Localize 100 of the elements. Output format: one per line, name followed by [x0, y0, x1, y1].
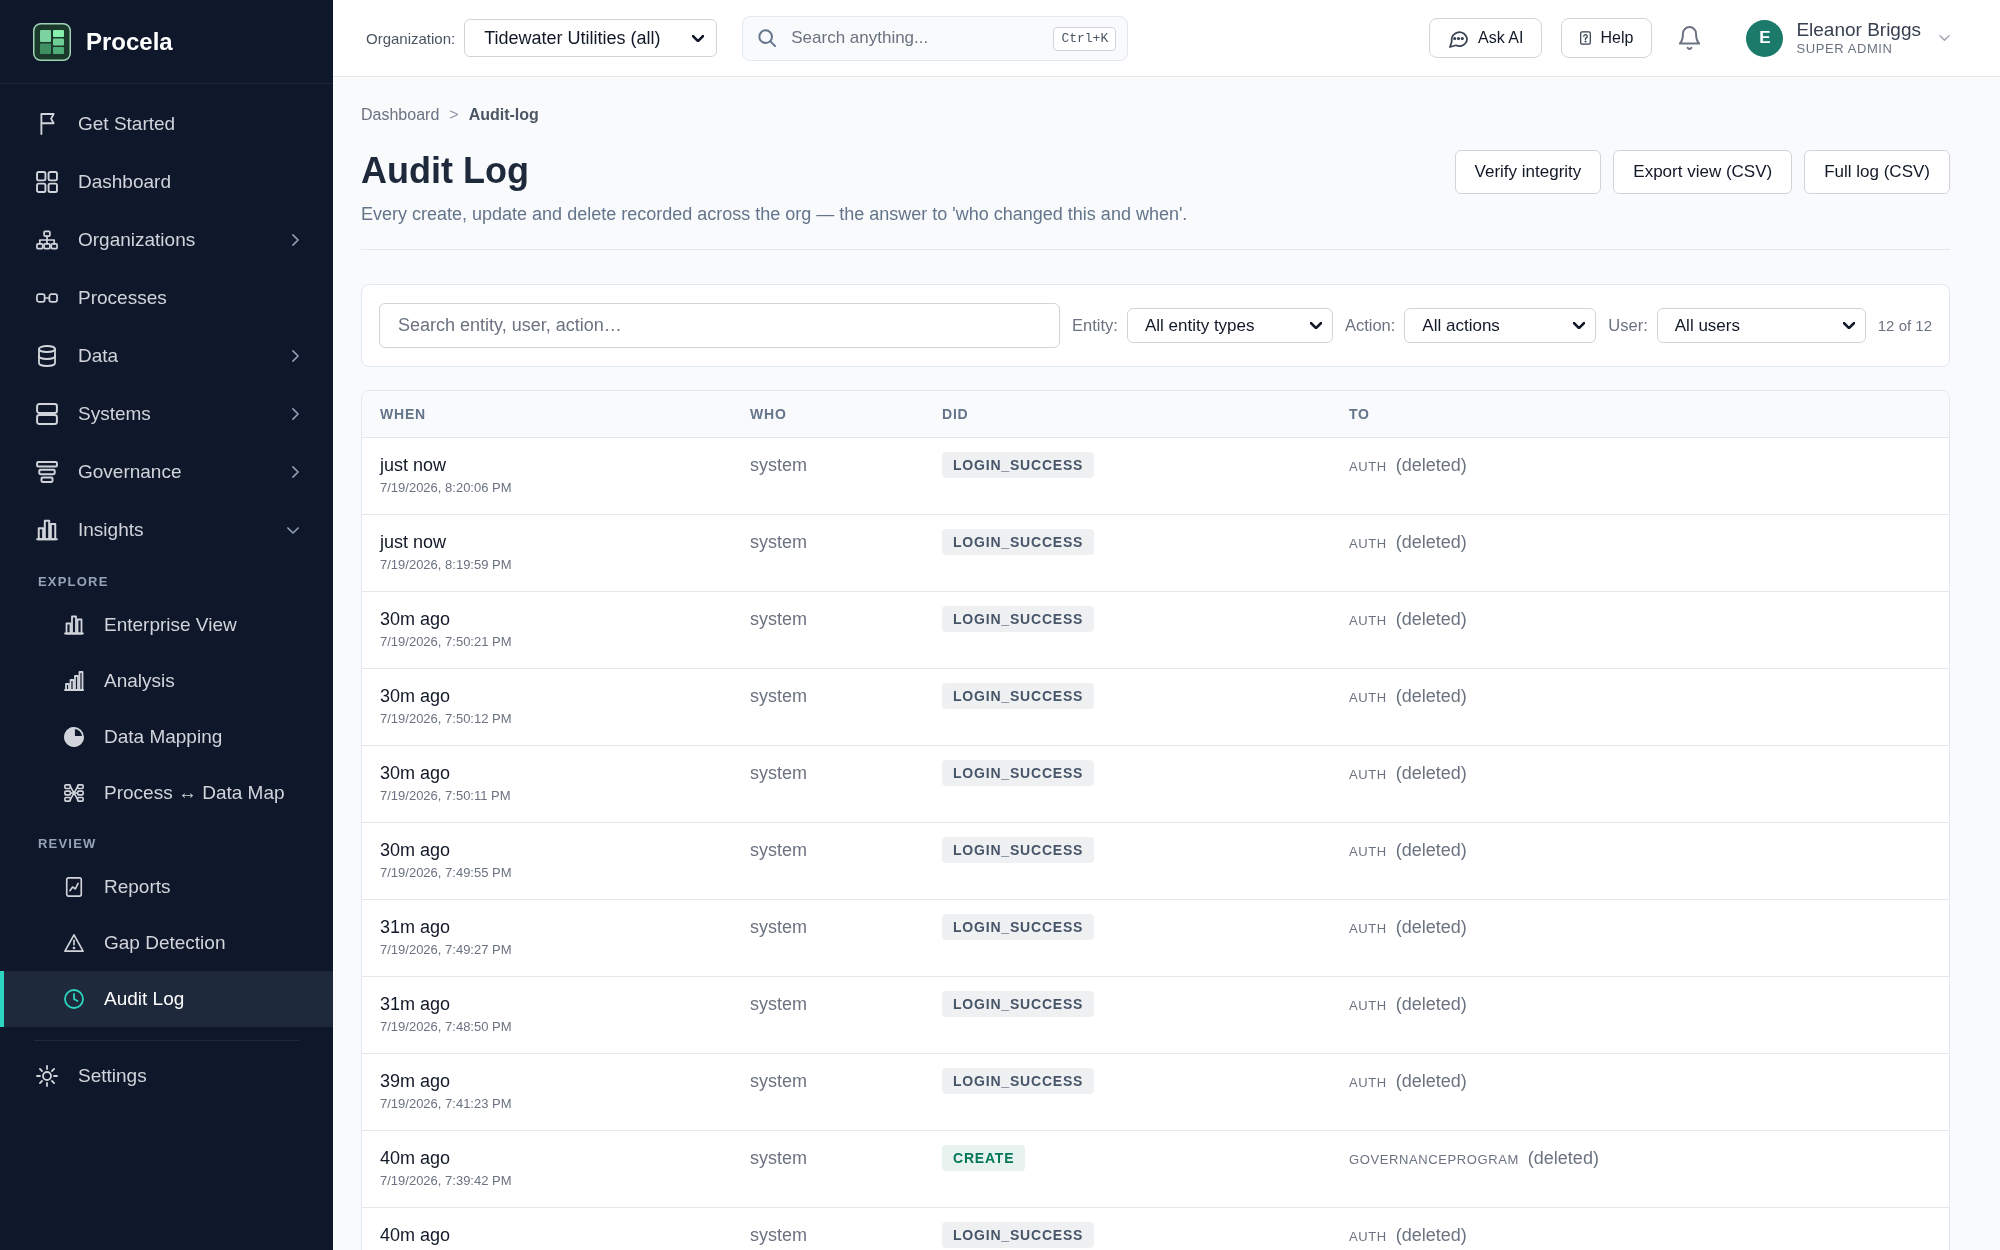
action-badge: LOGIN_SUCCESS: [942, 837, 1095, 863]
nav-item[interactable]: Dashboard: [0, 153, 333, 211]
clock-icon: [64, 989, 84, 1009]
entity-type: AUTH: [1349, 1075, 1387, 1090]
settings-icon: [36, 1065, 58, 1087]
search-icon: [758, 28, 777, 47]
relative-time: 40m ago: [380, 1224, 451, 1246]
relative-time: 40m ago: [380, 1147, 451, 1169]
filter-select[interactable]: All actions: [1404, 308, 1597, 343]
target-text: (deleted): [1395, 454, 1467, 476]
breadcrumb-current: Audit-log: [468, 105, 539, 125]
bell-icon[interactable]: [1679, 26, 1701, 50]
column-header: TO: [1349, 406, 1370, 422]
action-badge: LOGIN_SUCCESS: [942, 1068, 1095, 1094]
target-text: (deleted): [1527, 1147, 1599, 1169]
nav-item[interactable]: Gap Detection: [0, 915, 333, 971]
chevron-icon[interactable]: [1939, 35, 1950, 41]
pie-chart-icon: [64, 727, 84, 747]
chat-icon: [1448, 28, 1470, 48]
column-header: DID: [942, 406, 969, 422]
timestamp: 7/19/2026, 7:41:23 PM: [380, 1095, 512, 1113]
action-button[interactable]: Export view (CSV): [1613, 150, 1793, 194]
target-text: (deleted): [1395, 685, 1467, 707]
filter-select[interactable]: All entity types: [1126, 308, 1333, 343]
action-button[interactable]: Verify integrity: [1454, 150, 1602, 194]
section-label: REVIEW: [37, 835, 98, 853]
user-name: system: [750, 531, 807, 553]
logo-icon: [33, 22, 71, 61]
nav-item[interactable]: Insights: [0, 501, 333, 559]
entity-type: AUTH: [1349, 459, 1387, 474]
nav-item[interactable]: Reports: [0, 859, 333, 915]
chart-document-icon: [64, 877, 84, 897]
relative-time: 39m ago: [380, 1070, 451, 1092]
breadcrumb-link[interactable]: Dashboard: [361, 104, 440, 126]
nav-item[interactable]: Data: [0, 327, 333, 385]
user-name: system: [750, 1147, 807, 1169]
bar-chart-icon: [64, 671, 84, 691]
timestamp: 7/19/2026, 8:19:59 PM: [380, 556, 512, 574]
organization-select[interactable]: Tidewater Utilities (all): [464, 19, 718, 57]
user-name: system: [750, 839, 807, 861]
entity-type: AUTH: [1349, 844, 1387, 859]
action-button[interactable]: Full log (CSV): [1804, 150, 1950, 194]
timestamp: 7/19/2026, 7:48:50 PM: [380, 1018, 512, 1036]
nav-item[interactable]: Enterprise View: [0, 597, 333, 653]
target-text: (deleted): [1395, 839, 1467, 861]
timestamp: 7/19/2026, 8:20:06 PM: [380, 479, 512, 497]
entity-type: AUTH: [1349, 690, 1387, 705]
action-badge: LOGIN_SUCCESS: [942, 914, 1095, 940]
user-name: system: [750, 685, 807, 707]
header-button[interactable]: Help: [1561, 18, 1653, 58]
search-field[interactable]: Search entity, user, action…: [379, 303, 1061, 348]
nav-item[interactable]: Process ↔ Data Map: [0, 765, 333, 821]
filter-label: Entity:: [1072, 316, 1118, 335]
nav-item[interactable]: Settings: [0, 1047, 333, 1105]
target-text: (deleted): [1395, 1224, 1467, 1246]
entity-type: AUTH: [1349, 613, 1387, 628]
nav-item[interactable]: Processes: [0, 269, 333, 327]
caret-icon: [1309, 322, 1322, 329]
caret-icon: [692, 34, 705, 42]
nav-item[interactable]: Governance: [0, 443, 333, 501]
nav-item[interactable]: Organizations: [0, 211, 333, 269]
target-text: (deleted): [1395, 608, 1467, 630]
target-text: (deleted): [1395, 993, 1467, 1015]
nav-item[interactable]: Get Started: [0, 95, 333, 153]
user-name: system: [750, 608, 807, 630]
entity-type: AUTH: [1349, 921, 1387, 936]
timestamp: 7/19/2026, 7:50:12 PM: [380, 710, 512, 728]
entity-type: AUTH: [1349, 536, 1387, 551]
bar-chart-icon: [64, 615, 84, 635]
user-name: system: [750, 916, 807, 938]
target-text: (deleted): [1395, 1070, 1467, 1092]
nav-item[interactable]: Data Mapping: [0, 709, 333, 765]
user-name: system: [750, 1224, 807, 1246]
nav-item[interactable]: Audit Log: [0, 971, 333, 1027]
organization-label: Organization:: [366, 29, 456, 47]
filter-select[interactable]: All users: [1656, 308, 1866, 343]
action-badge: LOGIN_SUCCESS: [942, 683, 1095, 709]
hierarchy-icon: [36, 229, 58, 251]
user-name: Eleanor Briggs: [1796, 19, 1921, 41]
header-button[interactable]: Ask AI: [1429, 18, 1543, 58]
action-badge: LOGIN_SUCCESS: [942, 1222, 1095, 1248]
user-name: system: [750, 454, 807, 476]
page-subtitle: Every create, update and delete recorded across the org — the answer to 'who changed this and when'.: [361, 203, 1188, 226]
action-badge: LOGIN_SUCCESS: [942, 529, 1095, 555]
entity-type: GOVERNANCEPROGRAM: [1349, 1152, 1519, 1167]
layers-icon: [36, 461, 58, 483]
relative-time: just now: [380, 531, 447, 553]
timestamp: 7/19/2026, 7:50:21 PM: [380, 633, 512, 651]
avatar[interactable]: E: [1746, 19, 1784, 57]
target-text: (deleted): [1395, 916, 1467, 938]
action-badge: LOGIN_SUCCESS: [942, 452, 1095, 478]
caret-icon: [1573, 322, 1586, 329]
server-icon: [36, 403, 58, 425]
page-title: Audit Log: [361, 149, 530, 193]
user-name: system: [750, 993, 807, 1015]
nav-item[interactable]: Systems: [0, 385, 333, 443]
nav-item[interactable]: Analysis: [0, 653, 333, 709]
result-count: 12 of 12: [1877, 317, 1932, 334]
entity-type: AUTH: [1349, 1229, 1387, 1244]
relative-time: 30m ago: [380, 685, 451, 707]
